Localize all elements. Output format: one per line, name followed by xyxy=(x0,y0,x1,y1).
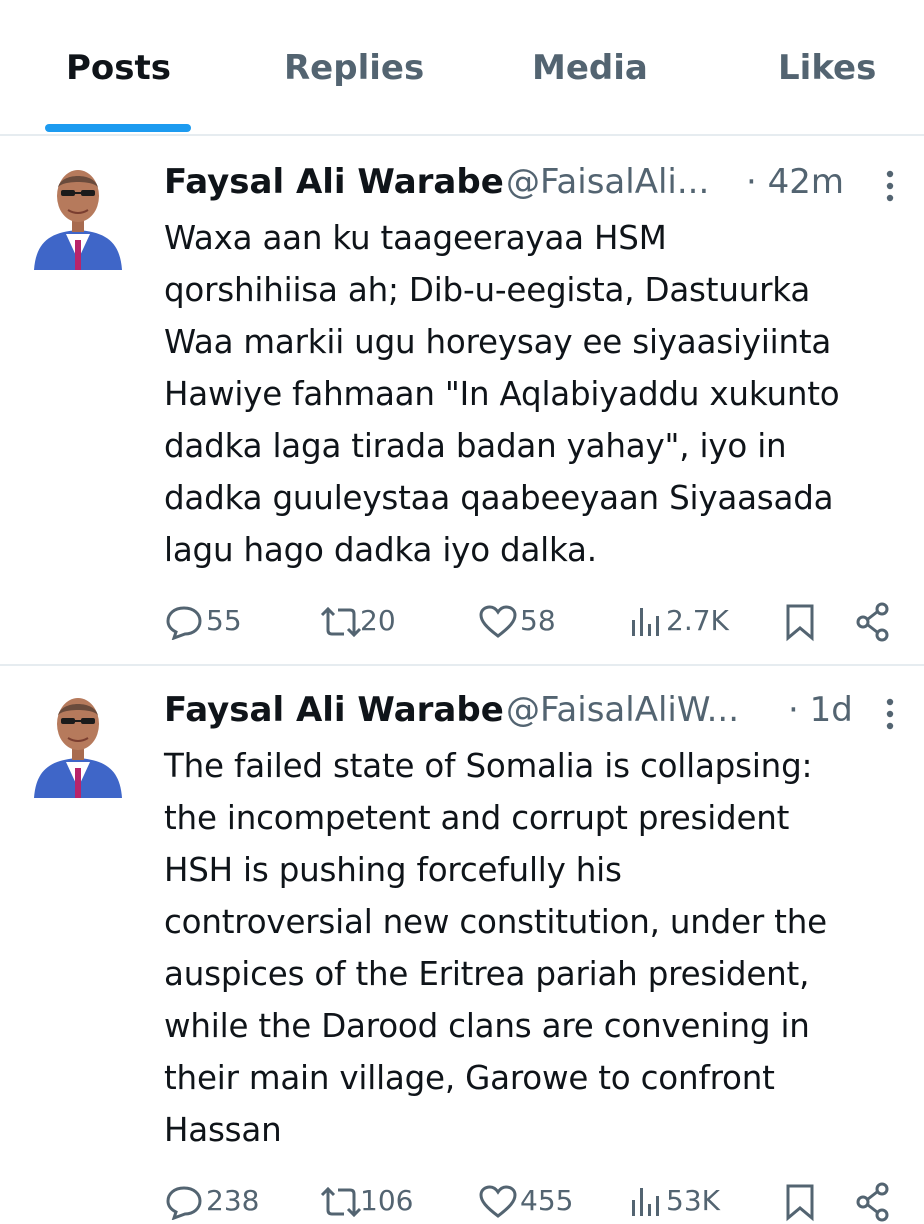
repost-count: 106 xyxy=(360,1184,414,1217)
tweet-text: Waxa aan ku taageerayaa HSM qorshihiisa … xyxy=(164,219,840,569)
repost-icon xyxy=(320,1186,362,1218)
bookmark-icon[interactable] xyxy=(782,1180,818,1224)
share-icon[interactable] xyxy=(854,600,892,644)
tweet-header: Faysal Ali Warabe @FaisalAli... · 42m xyxy=(164,162,904,208)
author-name[interactable]: Faysal Ali Warabe xyxy=(164,162,504,202)
like-count: 58 xyxy=(520,604,556,637)
tab-posts[interactable]: Posts xyxy=(66,48,171,88)
tweet[interactable]: Faysal Ali Warabe @FaisalAli... · 42m Wa… xyxy=(0,136,924,666)
tweet[interactable]: Faysal Ali Warabe @FaisalAliW... · 1d Th… xyxy=(0,666,924,1222)
tweet-actions: 55 20 58 2.7K xyxy=(0,600,924,644)
author-handle[interactable]: @FaisalAliW... xyxy=(506,690,739,730)
author-handle[interactable]: @FaisalAli... xyxy=(506,162,709,202)
reply-icon xyxy=(166,1186,202,1220)
tweet-actions: 238 106 455 53K xyxy=(0,1180,924,1224)
avatar[interactable] xyxy=(30,688,126,798)
tab-likes[interactable]: Likes xyxy=(778,48,876,88)
avatar[interactable] xyxy=(30,160,126,270)
view-count: 2.7K xyxy=(666,604,729,637)
tweet-time[interactable]: · 42m xyxy=(746,162,844,202)
repost-icon xyxy=(320,606,362,638)
active-tab-indicator xyxy=(45,124,191,132)
tweet-time[interactable]: · 1d xyxy=(788,690,853,730)
repost-count: 20 xyxy=(360,604,396,637)
more-options-icon[interactable] xyxy=(878,694,902,738)
more-options-icon[interactable] xyxy=(878,166,902,210)
like-count: 455 xyxy=(520,1184,574,1217)
profile-tabs: Posts Replies Media Likes xyxy=(0,0,924,136)
views-chart-icon xyxy=(632,608,659,636)
reply-icon xyxy=(166,606,202,640)
share-icon[interactable] xyxy=(854,1180,892,1224)
views-chart-icon xyxy=(632,1188,659,1216)
bookmark-icon[interactable] xyxy=(782,600,818,644)
view-count: 53K xyxy=(666,1184,720,1217)
reply-count: 238 xyxy=(206,1184,260,1217)
tab-replies[interactable]: Replies xyxy=(284,48,424,88)
heart-icon xyxy=(479,1185,517,1218)
tweet-text: The failed state of Somalia is collapsin… xyxy=(164,747,827,1149)
tweet-header: Faysal Ali Warabe @FaisalAliW... · 1d xyxy=(164,690,904,736)
reply-count: 55 xyxy=(206,604,242,637)
author-name[interactable]: Faysal Ali Warabe xyxy=(164,690,504,730)
heart-icon xyxy=(479,605,517,638)
tab-media[interactable]: Media xyxy=(532,48,648,88)
